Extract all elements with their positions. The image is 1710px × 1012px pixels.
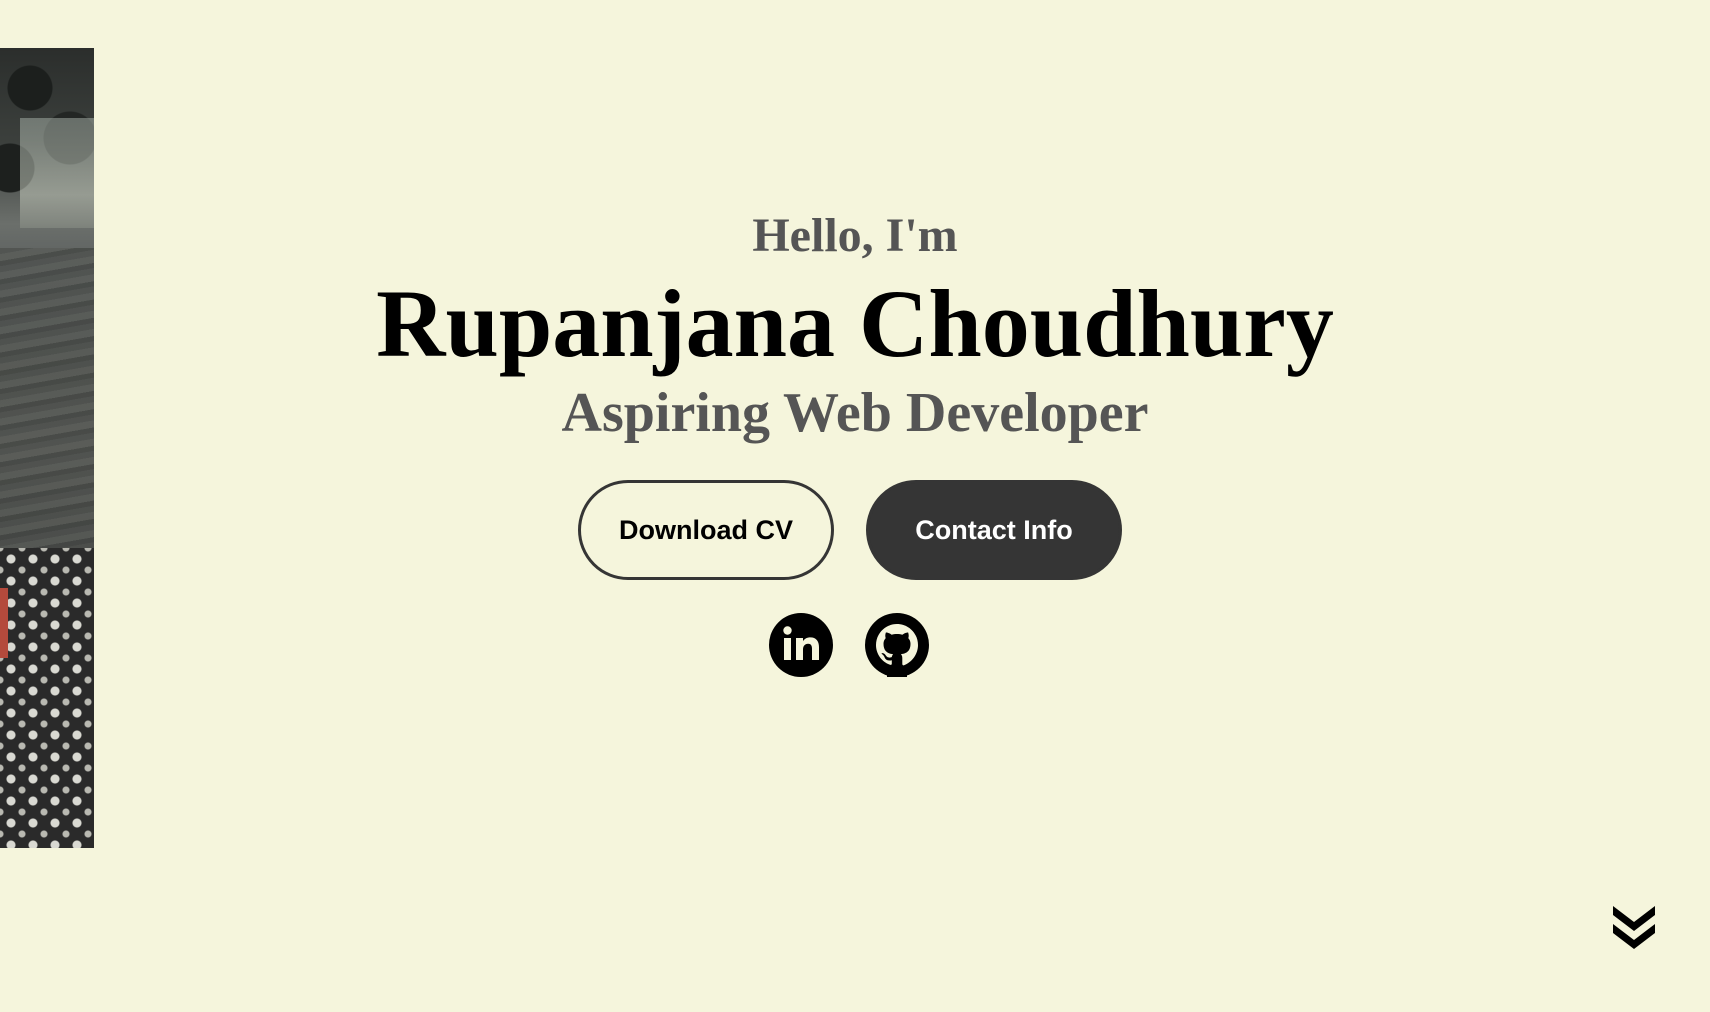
greeting-text: Hello, I'm [752,209,958,262]
github-icon[interactable] [865,613,929,677]
download-cv-button[interactable]: Download CV [578,480,834,580]
profile-photo [0,48,94,848]
hero-buttons: Download CV Contact Info [578,480,1122,580]
social-links [769,613,929,677]
profile-name: Rupanjana Choudhury [376,270,1334,377]
profile-title: Aspiring Web Developer [561,382,1149,444]
linkedin-icon[interactable] [769,613,833,677]
double-chevron-down-icon[interactable] [1610,902,1658,952]
contact-info-button[interactable]: Contact Info [866,480,1122,580]
